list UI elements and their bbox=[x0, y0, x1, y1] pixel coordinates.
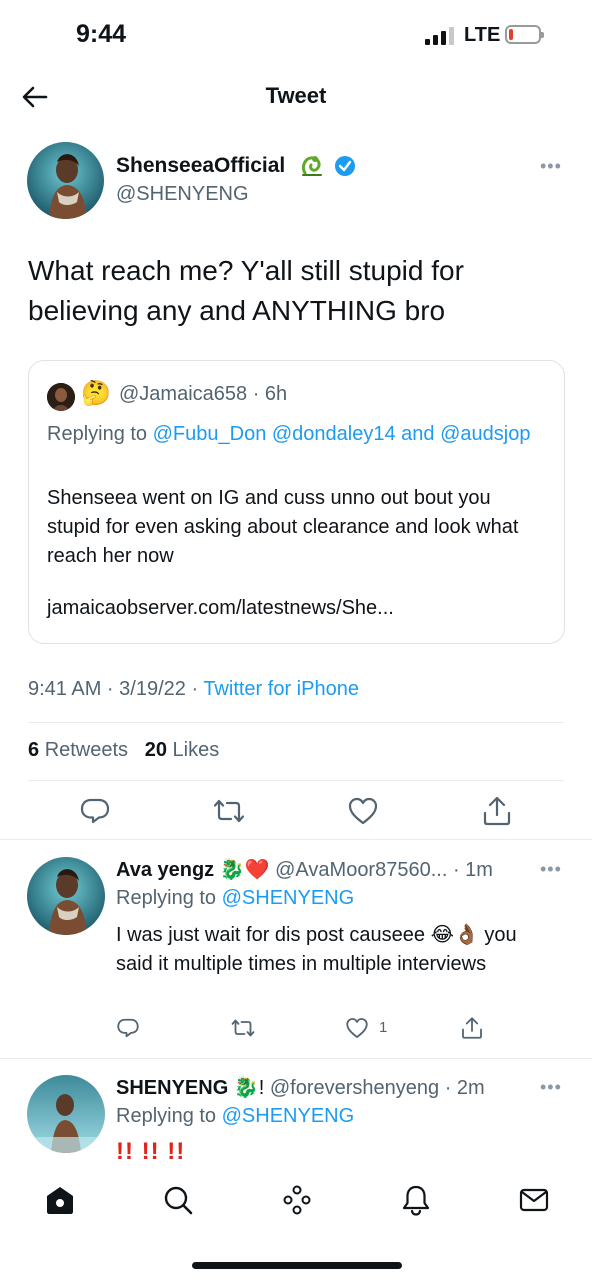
notifications-icon[interactable] bbox=[400, 1184, 432, 1216]
quoted-replying-to: Replying to @Fubu_Don @dondaley14 and @a… bbox=[47, 419, 547, 450]
spaces-icon[interactable] bbox=[281, 1184, 313, 1216]
tweet-stats: 6 Retweets 20 Likes bbox=[28, 739, 219, 762]
likes-stat[interactable]: 20 Likes bbox=[145, 739, 220, 761]
reply-like-count: 1 bbox=[379, 1019, 388, 1036]
replying-prefix: Replying to bbox=[116, 887, 217, 909]
home-indicator[interactable] bbox=[192, 1262, 402, 1269]
battery-level bbox=[509, 29, 513, 40]
tweet-source[interactable]: Twitter for iPhone bbox=[203, 678, 359, 700]
replying-mention[interactable]: @SHENYENG bbox=[222, 1105, 355, 1127]
more-dots-icon[interactable]: ••• bbox=[540, 1077, 562, 1098]
reply-text: !! !! !! bbox=[116, 1138, 186, 1165]
network-type: LTE bbox=[464, 24, 501, 46]
likes-count: 20 bbox=[144, 739, 167, 761]
author-avatar[interactable] bbox=[27, 142, 104, 219]
reply-icon[interactable] bbox=[79, 795, 111, 827]
more-dots-icon[interactable]: ••• bbox=[540, 156, 562, 177]
dragon-emoji-icon bbox=[301, 156, 322, 176]
bottom-tab-bar bbox=[0, 1170, 592, 1280]
replying-mentions[interactable]: @Fubu_Don @dondaley14 and @audsjop bbox=[153, 423, 531, 445]
retweet-icon[interactable] bbox=[231, 1016, 255, 1040]
share-icon[interactable] bbox=[460, 1016, 484, 1040]
tweet-text: What reach me? Y'all still stupid for be… bbox=[28, 255, 464, 326]
battery-icon bbox=[505, 25, 544, 44]
divider bbox=[0, 839, 592, 840]
replying-prefix: Replying to bbox=[116, 1105, 217, 1127]
verified-badge-icon bbox=[335, 156, 355, 176]
replying-mention[interactable]: @SHENYENG bbox=[222, 887, 355, 909]
share-icon[interactable] bbox=[481, 795, 513, 827]
replying-prefix: Replying to bbox=[47, 423, 148, 445]
quoted-tweet[interactable]: 🤔 @Jamaica658 · 6h Replying to @Fubu_Don… bbox=[28, 360, 565, 644]
retweets-count: 6 bbox=[28, 739, 40, 761]
heart-icon[interactable] bbox=[347, 795, 379, 827]
reply-text: I was just wait for dis post causeee 😂👌🏾… bbox=[116, 924, 517, 975]
author-badges bbox=[299, 153, 359, 179]
retweet-icon[interactable] bbox=[213, 795, 245, 827]
quoted-handle: @Jamaica658 · 6h bbox=[119, 383, 288, 405]
reply-author-name[interactable]: Ava yengz bbox=[116, 859, 214, 881]
reply-author-name[interactable]: SHENYENG bbox=[116, 1077, 228, 1099]
status-time: 9:44 bbox=[76, 20, 127, 48]
signal-icon bbox=[425, 27, 457, 45]
reply-icon[interactable] bbox=[116, 1016, 140, 1040]
reply-name-emojis: 🐉❤️ bbox=[219, 859, 270, 881]
top-bar: Tweet bbox=[0, 70, 592, 126]
reply-avatar[interactable] bbox=[27, 857, 105, 935]
quoted-avatar bbox=[47, 383, 75, 411]
likes-label: Likes bbox=[172, 739, 220, 761]
reply-replying-to: Replying to @SHENYENG bbox=[116, 1105, 354, 1128]
thinking-emoji: 🤔 bbox=[81, 380, 111, 407]
retweets-label: Retweets bbox=[44, 739, 129, 761]
author-name[interactable]: ShenseeaOfficial bbox=[116, 154, 285, 178]
reply-header: SHENYENG 🐉! @forevershenyeng · 2m bbox=[116, 1075, 485, 1100]
timestamp-text: 9:41 AM · 3/19/22 · bbox=[28, 678, 199, 700]
heart-icon[interactable] bbox=[345, 1016, 369, 1040]
reply-avatar[interactable] bbox=[27, 1075, 105, 1153]
divider bbox=[28, 722, 564, 723]
page-title: Tweet bbox=[265, 83, 327, 108]
reply-handle[interactable]: @AvaMoor87560... · 1m bbox=[275, 859, 493, 881]
reply-handle[interactable]: @forevershenyeng · 2m bbox=[270, 1077, 485, 1099]
status-bar: 9:44 LTE bbox=[0, 0, 592, 70]
tweet-timestamp: 9:41 AM · 3/19/22 · Twitter for iPhone bbox=[28, 678, 359, 701]
reply-name-emojis: 🐉! bbox=[233, 1077, 265, 1099]
divider bbox=[0, 1058, 592, 1059]
home-icon[interactable] bbox=[44, 1184, 76, 1216]
author-handle[interactable]: @SHENYENG bbox=[116, 183, 249, 206]
messages-icon[interactable] bbox=[518, 1184, 550, 1216]
retweets-stat[interactable]: 6 Retweets bbox=[28, 739, 128, 761]
divider bbox=[28, 780, 564, 781]
reply-replying-to: Replying to @SHENYENG bbox=[116, 887, 354, 910]
reply-header: Ava yengz 🐉❤️ @AvaMoor87560... · 1m bbox=[116, 857, 493, 882]
quoted-link[interactable]: jamaicaobserver.com/latestnews/She... bbox=[47, 597, 394, 620]
more-dots-icon[interactable]: ••• bbox=[540, 859, 562, 880]
search-icon[interactable] bbox=[162, 1184, 194, 1216]
quoted-text: Shenseea went on IG and cuss unno out bo… bbox=[47, 487, 519, 567]
